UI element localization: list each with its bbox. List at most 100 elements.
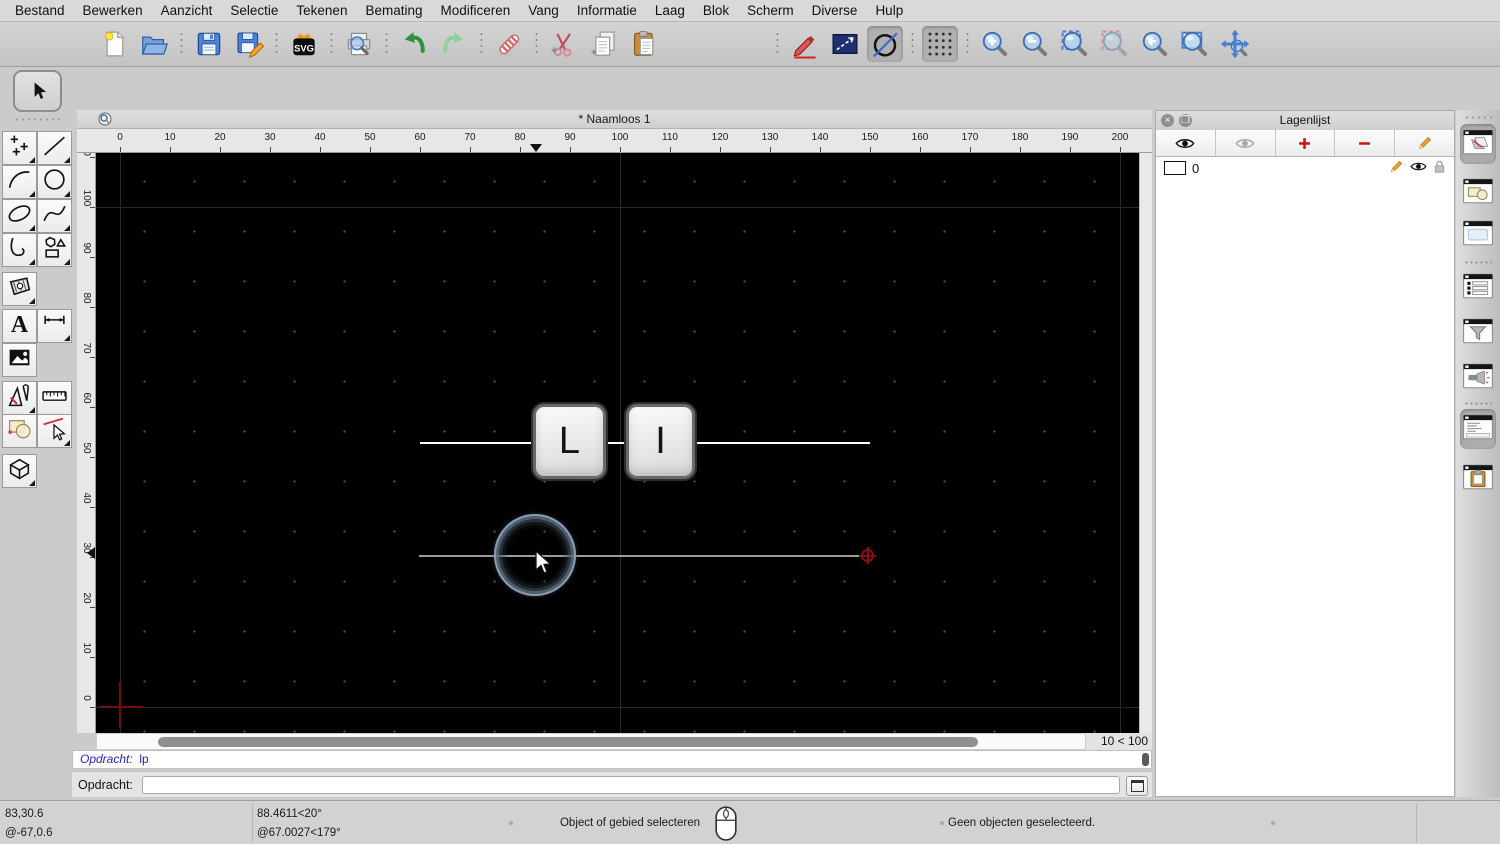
tool-polyline-button[interactable] xyxy=(2,233,37,267)
toolbar-open-button[interactable] xyxy=(136,26,172,62)
toolbar-red-pencil-button[interactable] xyxy=(787,26,823,62)
menu-bemating[interactable]: Bemating xyxy=(356,3,431,18)
tool-spline-button[interactable] xyxy=(37,199,72,233)
panel-toggle-pen-toolbar[interactable] xyxy=(1460,358,1496,398)
layer-row[interactable]: 0 xyxy=(1156,156,1454,180)
palette-drag-handle[interactable] xyxy=(14,118,60,121)
toolbar-save-button[interactable] xyxy=(191,26,227,62)
tool-select-line-button[interactable] xyxy=(37,414,72,448)
layer-visibility-icon[interactable] xyxy=(1410,161,1427,172)
panel-toggle-command-line[interactable] xyxy=(1460,409,1496,449)
tool-image-button[interactable] xyxy=(2,343,37,377)
statusbar-separator xyxy=(252,804,253,842)
layer-lock-icon[interactable] xyxy=(1433,159,1446,174)
key-hint-I: I xyxy=(626,404,695,479)
toolbar-zoom-window-button[interactable] xyxy=(1177,26,1213,62)
tool-points-button[interactable] xyxy=(2,131,37,165)
ruler-tick xyxy=(620,147,621,152)
menu-vang[interactable]: Vang xyxy=(519,3,568,18)
toolbar-save-as-button[interactable] xyxy=(231,26,267,62)
tool-shapes-button[interactable] xyxy=(2,414,37,448)
tool-polygon-button[interactable] xyxy=(37,233,72,267)
toolbar-redo-button[interactable] xyxy=(436,26,472,62)
menu-tekenen[interactable]: Tekenen xyxy=(287,3,356,18)
tool-ellipse-button[interactable] xyxy=(2,199,37,233)
tool-box-3d-button[interactable] xyxy=(2,454,37,488)
menu-scherm[interactable]: Scherm xyxy=(738,3,803,18)
command-input[interactable] xyxy=(142,776,1120,794)
panel-toggle-selection-filter[interactable] xyxy=(1460,313,1496,353)
canvas-vertical-scrollbar[interactable] xyxy=(1139,153,1152,733)
select-tool-button[interactable] xyxy=(13,70,62,112)
tool-text-button[interactable]: A xyxy=(2,309,37,343)
toolbar-separator xyxy=(180,31,183,57)
key-hint-L: L xyxy=(533,404,606,479)
toolbar-delete-button[interactable] xyxy=(491,26,527,62)
toolbar-circle-diagonal-button[interactable] xyxy=(867,26,903,62)
menu-blok[interactable]: Blok xyxy=(694,3,738,18)
canvas-horizontal-scrollbar[interactable] xyxy=(96,733,1086,750)
strip-drag-handle[interactable] xyxy=(1464,116,1492,119)
toolbar-copy-button[interactable] xyxy=(586,26,622,62)
menu-selectie[interactable]: Selectie xyxy=(221,3,287,18)
tool-arc-button[interactable] xyxy=(2,165,37,199)
panel-toggle-clipboard[interactable] xyxy=(1460,459,1496,499)
menu-diverse[interactable]: Diverse xyxy=(803,3,867,18)
command-options-button[interactable] xyxy=(1126,776,1148,796)
toolbar-zoom-out-button[interactable] xyxy=(1017,26,1053,62)
ruler-label: 80 xyxy=(514,132,526,143)
toolbar-undo-button[interactable] xyxy=(396,26,432,62)
hide-all-layers-button[interactable] xyxy=(1215,130,1276,156)
menu-laag[interactable]: Laag xyxy=(646,3,694,18)
flyout-indicator xyxy=(29,407,35,413)
toolbar-separator xyxy=(776,31,779,57)
panel-toggle-view-list[interactable] xyxy=(1460,215,1496,255)
tool-hatch-button[interactable] xyxy=(2,272,37,306)
toolbar-svg-export-button[interactable]: SVG xyxy=(286,26,322,62)
menu-hulp[interactable]: Hulp xyxy=(866,3,912,18)
drawn-line-lower[interactable] xyxy=(419,555,865,557)
tool-measure-button[interactable] xyxy=(37,381,72,415)
document-title-bar[interactable]: * Naamloos 1 xyxy=(77,110,1152,129)
panel-toggle-property-editor[interactable] xyxy=(1460,268,1496,308)
tool-dimension-button[interactable] xyxy=(37,309,72,343)
toolbar-cut-button[interactable] xyxy=(546,26,582,62)
menu-bewerken[interactable]: Bewerken xyxy=(74,3,152,18)
paste-icon xyxy=(629,29,659,59)
toolbar-new-button[interactable] xyxy=(96,26,132,62)
toolbar-pan-button[interactable] xyxy=(1217,26,1253,62)
toolbar-zoom-selection-button[interactable] xyxy=(1097,26,1133,62)
scrollbar-thumb[interactable] xyxy=(158,737,978,747)
edit-layer-button[interactable] xyxy=(1395,130,1454,156)
ruler-tick xyxy=(720,147,721,152)
flyout-indicator xyxy=(64,157,70,163)
toolbar-paste-button[interactable] xyxy=(626,26,662,62)
svg-export-icon: SVG xyxy=(289,29,319,59)
menu-modificeren[interactable]: Modificeren xyxy=(432,3,520,18)
ruler-tick xyxy=(220,147,221,152)
toolbar-print-preview-button[interactable] xyxy=(341,26,377,62)
panel-toggle-block-list[interactable] xyxy=(1460,173,1496,213)
add-layer-button[interactable] xyxy=(1275,130,1336,156)
snap-endpoint-marker xyxy=(859,547,876,564)
toolbar-grid-button[interactable] xyxy=(922,26,958,62)
history-scrollbar-thumb[interactable] xyxy=(1142,753,1149,766)
tool-circle-button[interactable] xyxy=(37,165,72,199)
show-all-layers-button[interactable] xyxy=(1156,130,1216,156)
remove-layer-button[interactable] xyxy=(1335,130,1396,156)
tool-drafting-tools-button[interactable] xyxy=(2,381,37,415)
tool-line-button[interactable] xyxy=(37,131,72,165)
drawing-canvas[interactable]: L I xyxy=(96,153,1139,733)
layer-edit-icon[interactable] xyxy=(1389,159,1404,174)
panel-toggle-layer-list[interactable] xyxy=(1460,124,1496,164)
toolbar-rect-diagonal-button[interactable] xyxy=(827,26,863,62)
menu-aanzicht[interactable]: Aanzicht xyxy=(152,3,222,18)
menu-informatie[interactable]: Informatie xyxy=(568,3,646,18)
toolbar-zoom-in-button[interactable] xyxy=(977,26,1013,62)
save-icon xyxy=(194,29,224,59)
qcad-window: Bestand Bewerken Aanzicht Selectie Tekenen Be… xyxy=(0,0,1500,844)
toolbar-zoom-previous-button[interactable] xyxy=(1137,26,1173,62)
layer-list-panel: × ❐ Lagenlijst 0 xyxy=(1155,110,1455,797)
toolbar-zoom-auto-button[interactable] xyxy=(1057,26,1093,62)
menu-bestand[interactable]: Bestand xyxy=(6,3,74,18)
